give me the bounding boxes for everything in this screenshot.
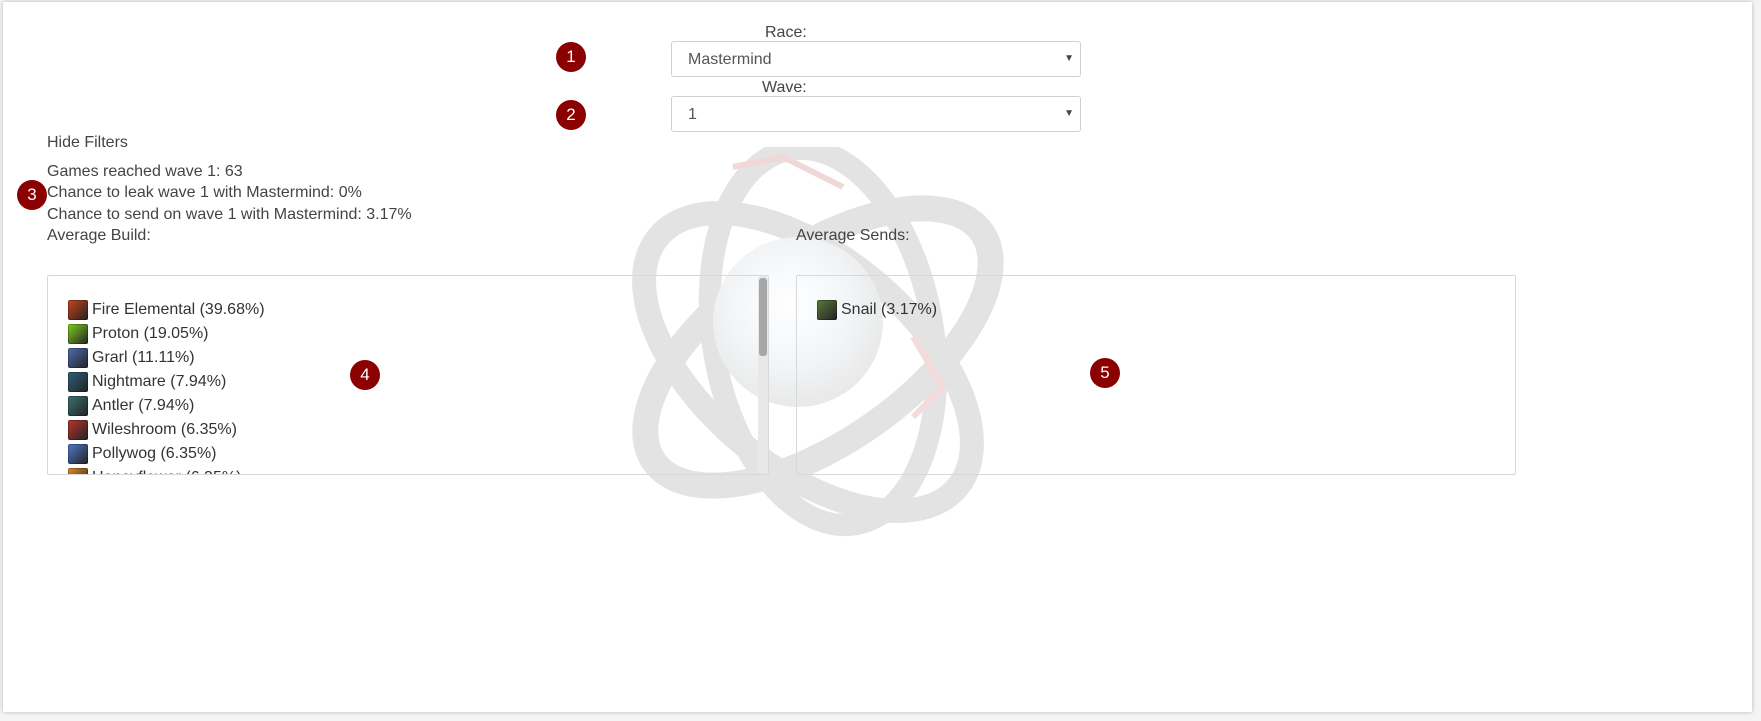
build-scroll-thumb[interactable] bbox=[759, 278, 767, 356]
list-item: Grarl (11.11%) bbox=[68, 346, 265, 370]
list-item-label: Wileshroom (6.35%) bbox=[92, 421, 237, 438]
send-chance-stat: Chance to send on wave 1 with Mastermind… bbox=[47, 206, 412, 223]
fire-elemental-icon bbox=[68, 300, 88, 320]
list-item: Proton (19.05%) bbox=[68, 322, 265, 346]
average-sends-title: Average Sends: bbox=[796, 227, 910, 244]
wave-select-value: 1 bbox=[688, 106, 697, 123]
callout-badge-4: 4 bbox=[350, 360, 380, 390]
wileshroom-icon bbox=[68, 420, 88, 440]
race-select[interactable]: Mastermind ▼ bbox=[671, 41, 1081, 77]
snail-icon bbox=[817, 300, 837, 320]
average-sends-list[interactable]: Snail (3.17%) bbox=[796, 275, 1516, 475]
callout-badge-3: 3 bbox=[17, 180, 47, 210]
list-item-label: Pollywog (6.35%) bbox=[92, 445, 217, 462]
hide-filters-link[interactable]: Hide Filters bbox=[47, 134, 128, 152]
pollywog-icon bbox=[68, 444, 88, 464]
proton-icon bbox=[68, 324, 88, 344]
average-build-list[interactable]: Fire Elemental (39.68%) Proton (19.05%) Gr… bbox=[47, 275, 769, 475]
build-items: Fire Elemental (39.68%) Proton (19.05%) Gr… bbox=[68, 298, 265, 474]
callout-badge-1: 1 bbox=[556, 42, 586, 72]
chevron-down-icon: ▼ bbox=[1064, 108, 1074, 119]
list-item-label: Nightmare (7.94%) bbox=[92, 373, 227, 390]
list-item-label: Grarl (11.11%) bbox=[92, 349, 195, 366]
build-scrollbar[interactable] bbox=[758, 276, 768, 474]
antler-icon bbox=[68, 396, 88, 416]
chevron-down-icon: ▼ bbox=[1064, 53, 1074, 64]
list-item-label: Proton (19.05%) bbox=[92, 325, 209, 342]
wave-select[interactable]: 1 ▼ bbox=[671, 96, 1081, 132]
list-item: Snail (3.17%) bbox=[817, 298, 937, 322]
list-item: Antler (7.94%) bbox=[68, 394, 265, 418]
list-item: Wileshroom (6.35%) bbox=[68, 418, 265, 442]
callout-badge-5: 5 bbox=[1090, 358, 1120, 388]
list-item-label: Snail (3.17%) bbox=[841, 301, 938, 318]
list-item: Fire Elemental (39.68%) bbox=[68, 298, 265, 322]
leak-chance-stat: Chance to leak wave 1 with Mastermind: 0… bbox=[47, 184, 362, 201]
list-item: Pollywog (6.35%) bbox=[68, 442, 265, 466]
nightmare-icon bbox=[68, 372, 88, 392]
list-item-label: Honeyflower (6.35%) bbox=[92, 469, 241, 474]
list-item-label: Antler (7.94%) bbox=[92, 397, 195, 414]
callout-badge-2: 2 bbox=[556, 100, 586, 130]
grarl-icon bbox=[68, 348, 88, 368]
list-item-label: Fire Elemental (39.68%) bbox=[92, 301, 265, 318]
race-select-value: Mastermind bbox=[688, 51, 772, 68]
games-reached-stat: Games reached wave 1: 63 bbox=[47, 163, 243, 180]
send-items: Snail (3.17%) bbox=[817, 298, 937, 322]
race-label: Race: bbox=[765, 24, 807, 41]
honeyflower-icon bbox=[68, 468, 88, 474]
wave-label: Wave: bbox=[762, 79, 807, 96]
list-item: Honeyflower (6.35%) bbox=[68, 466, 265, 474]
average-build-title: Average Build: bbox=[47, 227, 151, 244]
main-panel: Race: 1 Mastermind ▼ Wave: 2 1 ▼ Hide Fi… bbox=[3, 2, 1752, 712]
list-item: Nightmare (7.94%) bbox=[68, 370, 265, 394]
